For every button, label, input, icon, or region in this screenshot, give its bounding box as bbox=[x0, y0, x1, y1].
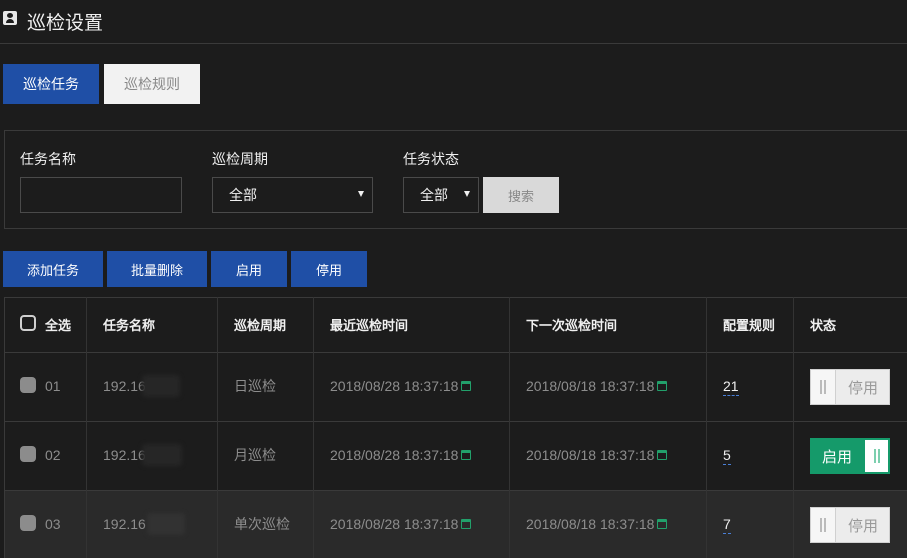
enable-button[interactable]: 启用 bbox=[211, 251, 287, 287]
next-inspection-time: 2018/08/18 18:37:18 bbox=[526, 376, 668, 396]
grip-icon bbox=[820, 380, 826, 394]
last-inspection-time: 2018/08/28 18:37:18 bbox=[330, 514, 472, 534]
period-label: 巡检周期 bbox=[212, 151, 268, 167]
column-header-status: 状态 bbox=[810, 317, 837, 333]
redacted-ip-mask bbox=[142, 375, 180, 397]
disable-button[interactable]: 停用 bbox=[291, 251, 367, 287]
grip-icon bbox=[820, 518, 826, 532]
period: 日巡检 bbox=[234, 378, 276, 394]
column-header-name: 任务名称 bbox=[103, 317, 156, 333]
last-time-text: 2018/08/28 18:37:18 bbox=[330, 447, 459, 463]
calendar-icon bbox=[461, 450, 472, 460]
next-time-text: 2018/08/18 18:37:18 bbox=[526, 378, 655, 394]
status-toggle-label: 停用 bbox=[848, 379, 879, 397]
last-time-text: 2018/08/28 18:37:18 bbox=[330, 378, 459, 394]
add-task-button[interactable]: 添加任务 bbox=[3, 251, 103, 287]
status-toggle[interactable]: 停用 bbox=[810, 507, 890, 543]
next-inspection-time: 2018/08/18 18:37:18 bbox=[526, 514, 668, 534]
contact-card-icon bbox=[3, 11, 17, 25]
batch-delete-button[interactable]: 批量删除 bbox=[107, 251, 207, 287]
status-toggle[interactable]: 启用 bbox=[810, 438, 890, 474]
task-name: 192.16 bbox=[103, 378, 146, 394]
caret-down-icon bbox=[358, 191, 364, 197]
period: 单次巡检 bbox=[234, 516, 290, 532]
task-name-input[interactable] bbox=[20, 177, 182, 213]
next-inspection-time: 2018/08/18 18:37:18 bbox=[526, 445, 668, 465]
calendar-icon bbox=[657, 450, 668, 460]
redacted-ip-mask bbox=[147, 513, 185, 535]
search-button[interactable]: 搜索 bbox=[483, 177, 559, 213]
rule-count-link[interactable]: 21 bbox=[723, 377, 739, 397]
column-header-last-time: 最近巡检时间 bbox=[330, 317, 409, 333]
column-header-next-time: 下一次巡检时间 bbox=[526, 317, 618, 333]
rule-count-link[interactable]: 7 bbox=[723, 515, 731, 535]
column-header-period: 巡检周期 bbox=[234, 317, 287, 333]
calendar-icon bbox=[461, 381, 472, 391]
status-label: 任务状态 bbox=[403, 151, 459, 167]
select-all-label: 全选 bbox=[45, 317, 72, 333]
period-select[interactable]: 全部 bbox=[212, 177, 373, 213]
task-name-label: 任务名称 bbox=[20, 151, 76, 167]
status-select[interactable]: 全部 bbox=[403, 177, 479, 213]
rule-count-link[interactable]: 5 bbox=[723, 446, 731, 466]
row-checkbox[interactable] bbox=[20, 377, 36, 393]
next-time-text: 2018/08/18 18:37:18 bbox=[526, 447, 655, 463]
toggle-handle bbox=[811, 370, 836, 404]
row-number: 03 bbox=[45, 516, 61, 532]
row-number: 02 bbox=[45, 447, 61, 463]
page-title: 巡检设置 bbox=[27, 13, 104, 34]
period-select-value: 全部 bbox=[229, 187, 257, 203]
rule-count: 5 bbox=[723, 447, 731, 465]
rule-count: 7 bbox=[723, 516, 731, 534]
status-select-value: 全部 bbox=[420, 187, 448, 203]
last-time-text: 2018/08/28 18:37:18 bbox=[330, 516, 459, 532]
row-checkbox[interactable] bbox=[20, 515, 36, 531]
row-number: 01 bbox=[45, 378, 61, 394]
status-toggle[interactable]: 停用 bbox=[810, 369, 890, 405]
caret-down-icon bbox=[464, 191, 470, 197]
select-all-checkbox[interactable] bbox=[20, 315, 36, 331]
last-inspection-time: 2018/08/28 18:37:18 bbox=[330, 376, 472, 396]
last-inspection-time: 2018/08/28 18:37:18 bbox=[330, 445, 472, 465]
row-checkbox[interactable] bbox=[20, 446, 36, 462]
tab-inspection-tasks[interactable]: 巡检任务 bbox=[3, 64, 99, 104]
task-name: 192.16 bbox=[103, 516, 146, 532]
column-header-rules: 配置规则 bbox=[723, 317, 776, 333]
rule-count: 21 bbox=[723, 378, 739, 396]
calendar-icon bbox=[657, 381, 668, 391]
status-toggle-label: 停用 bbox=[848, 517, 879, 535]
grip-icon bbox=[873, 449, 880, 463]
toggle-handle bbox=[864, 439, 889, 473]
calendar-icon bbox=[657, 519, 668, 529]
next-time-text: 2018/08/18 18:37:18 bbox=[526, 516, 655, 532]
redacted-ip-mask bbox=[142, 444, 182, 466]
toggle-handle bbox=[811, 508, 836, 542]
tab-inspection-rules[interactable]: 巡检规则 bbox=[104, 64, 200, 104]
calendar-icon bbox=[461, 519, 472, 529]
page-header: 巡检设置 bbox=[0, 0, 907, 44]
period: 月巡检 bbox=[234, 447, 276, 463]
task-name: 192.16 bbox=[103, 447, 146, 463]
status-toggle-label: 启用 bbox=[822, 448, 853, 466]
